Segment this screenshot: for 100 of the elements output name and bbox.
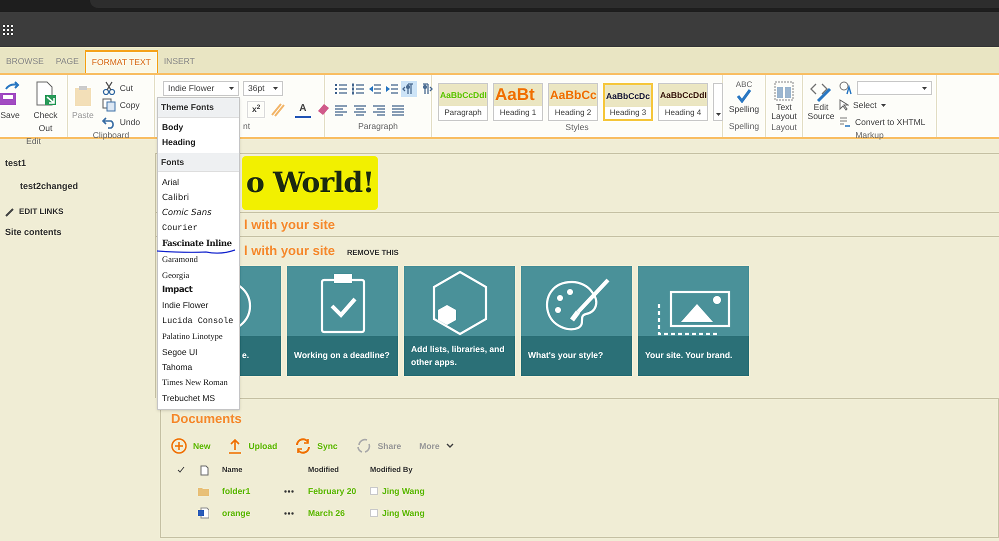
- menu-item[interactable]: Georgia: [158, 268, 239, 284]
- style-gallery-item[interactable]: AaBbCcDdI Heading 4: [658, 83, 708, 121]
- align-right-icon: [372, 104, 386, 118]
- page-heading: o World!: [242, 156, 378, 210]
- paragraph-tool[interactable]: [333, 81, 349, 97]
- menu-item[interactable]: Body: [158, 120, 239, 136]
- style-gallery-item[interactable]: AaBt Heading 1: [493, 83, 543, 121]
- code-pencil-icon: [810, 81, 832, 103]
- nav-link[interactable]: Site contents: [5, 226, 155, 240]
- modified-date: February 20: [308, 484, 358, 498]
- style-gallery-item[interactable]: AaBbCcDc Heading 3: [603, 83, 653, 121]
- group-label: Markup: [855, 130, 884, 140]
- style-sample: AaBbCcDdI: [439, 84, 487, 106]
- text-layout-button[interactable]: Text Layout: [770, 81, 798, 121]
- tile-caption: e.: [242, 349, 250, 362]
- clipboard-icon: [74, 85, 92, 107]
- promo-tile[interactable]: What's your style?: [521, 266, 632, 376]
- promo-tile[interactable]: Add lists, libraries, and other apps.: [404, 266, 515, 376]
- group-label: Layout: [771, 122, 797, 132]
- convert-icon: [839, 116, 851, 128]
- menu-item[interactable]: Impact: [158, 283, 239, 298]
- convert-button[interactable]: Convert to XHTML: [839, 116, 932, 128]
- outdent-icon: [368, 82, 382, 96]
- chevron-down-icon: [446, 443, 454, 449]
- promo-tile[interactable]: Working on a deadline?: [287, 266, 398, 376]
- menu-item[interactable]: Comic Sans: [158, 206, 239, 222]
- pencil-icon: [5, 208, 14, 216]
- edit-links-button[interactable]: EDIT LINKS: [5, 206, 155, 218]
- ribbon-button[interactable]: Save: [0, 81, 20, 122]
- numbered-list-icon: [351, 82, 365, 96]
- menu-item[interactable]: Courier: [158, 221, 239, 237]
- indent-icon: [385, 82, 399, 96]
- presence-icon: [370, 509, 378, 517]
- menu-item[interactable]: Tahoma: [158, 360, 239, 376]
- promo-tile[interactable]: Your site. Your brand.: [638, 266, 749, 376]
- menu-item[interactable]: Segoe UI: [158, 344, 239, 360]
- menu-section-heading: Theme Fonts: [158, 98, 239, 118]
- style-sample: AaBbCcDdI: [659, 84, 707, 106]
- justify-icon: [391, 104, 405, 118]
- font-size-dropdown[interactable]: 36pt: [243, 81, 283, 96]
- spelling-button[interactable]: ABC Spelling: [727, 81, 761, 114]
- section-title: l with your site: [244, 216, 336, 234]
- style-sample: AaBbCcDc: [605, 85, 651, 107]
- check-icon[interactable]: [177, 466, 185, 474]
- superscript-button[interactable]: x$^{2}$: [247, 101, 266, 118]
- document-icon: [34, 81, 56, 107]
- menu-item[interactable]: Indie Flower: [158, 298, 239, 314]
- style-gallery-item[interactable]: AaBbCc Heading 2: [548, 83, 598, 121]
- font-name-dropdown[interactable]: Indie Flower: [163, 81, 239, 96]
- menu-item[interactable]: Lucida Console: [158, 314, 239, 330]
- menu-item[interactable]: Trebuchet MS: [158, 390, 239, 406]
- menu-item[interactable]: Times New Roman: [158, 375, 239, 391]
- language-icon: [839, 81, 853, 95]
- align-center-icon: [353, 104, 367, 118]
- edit-source-button[interactable]: Edit Source: [807, 81, 835, 121]
- menu-item[interactable]: Calibri: [158, 190, 239, 206]
- menu-item[interactable]: Heading: [158, 135, 239, 151]
- nav-link[interactable]: test2changed: [5, 180, 155, 194]
- paragraph-tool[interactable]: [401, 81, 417, 97]
- menu-section-heading: Fonts: [158, 152, 239, 172]
- paragraph-tool[interactable]: [350, 81, 366, 97]
- app-launcher-icon[interactable]: [3, 24, 13, 34]
- tile-caption: Your site. Your brand.: [645, 349, 732, 362]
- style-gallery-item[interactable]: AaBbCcDdI Paragraph: [438, 83, 488, 121]
- caret-icon: [922, 86, 927, 90]
- undo-icon: [102, 115, 116, 129]
- folder-icon: [198, 486, 209, 496]
- bullet-list-icon: [334, 82, 348, 96]
- group-label: Spelling: [728, 121, 760, 132]
- menu-item[interactable]: Arial: [158, 175, 239, 191]
- modified-date: March 26: [308, 506, 346, 520]
- group-label: nt: [243, 121, 250, 132]
- ribbon-button[interactable]: Copy: [102, 98, 140, 112]
- menu-item[interactable]: Fascinate Inline: [158, 236, 239, 252]
- nav-link[interactable]: test1: [5, 157, 155, 171]
- section-title: l with your site: [244, 242, 336, 260]
- tile-caption: Working on a deadline?: [294, 349, 390, 362]
- checkmark-icon: [736, 89, 752, 103]
- left-to-right-icon: [402, 82, 416, 96]
- tile-caption: What's your style?: [528, 349, 604, 362]
- font-color-button[interactable]: A: [295, 101, 311, 118]
- ellipsis-icon[interactable]: [284, 512, 294, 514]
- ribbon-button[interactable]: Check Out: [28, 81, 63, 134]
- menu-item[interactable]: Palatino Linotype: [158, 329, 239, 345]
- copy-icon: [102, 98, 116, 112]
- ribbon-button[interactable]: Undo: [102, 115, 140, 129]
- group-label: Paragraph: [358, 121, 398, 132]
- ribbon-button[interactable]: Cut: [102, 81, 140, 95]
- select-button[interactable]: Select: [839, 99, 932, 112]
- ellipsis-icon[interactable]: [284, 490, 294, 492]
- group-label: Styles: [565, 122, 589, 132]
- sync-icon: [295, 438, 312, 454]
- plus-circle-icon: [171, 438, 187, 454]
- caret-icon: [229, 87, 234, 90]
- caret-icon: [716, 113, 720, 116]
- file-icon: [200, 464, 209, 476]
- layout-icon: [774, 81, 794, 101]
- style-sample: AaBt: [494, 84, 542, 106]
- menu-item[interactable]: Garamond: [158, 252, 239, 268]
- style-sample: AaBbCc: [549, 84, 597, 106]
